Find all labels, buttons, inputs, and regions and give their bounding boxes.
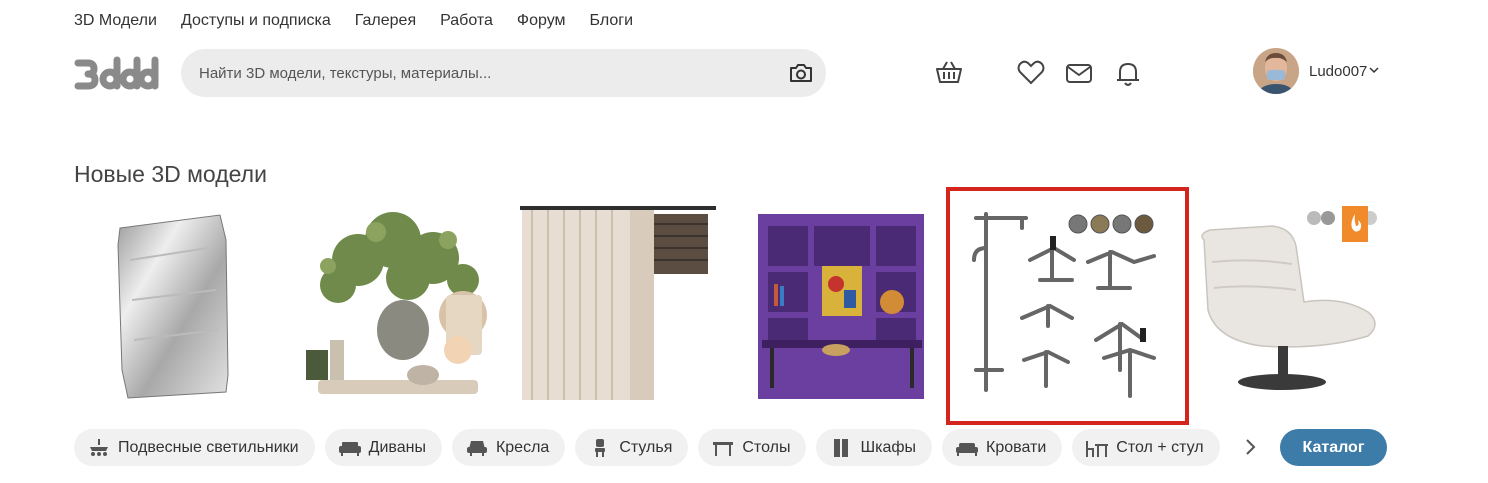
category-chip-sofas[interactable]: Диваны (324, 429, 442, 466)
sofa-icon (338, 439, 361, 457)
wardrobe-icon (830, 438, 852, 457)
category-chip-tables[interactable]: Столы (698, 429, 807, 466)
bell-icon[interactable] (1113, 58, 1143, 88)
model-thumb-foil-bag[interactable] (108, 200, 238, 415)
nav-3d-models[interactable]: 3D Модели (74, 12, 157, 30)
category-label: Стол + стул (1116, 438, 1204, 456)
category-chip-chairs[interactable]: Стулья (575, 429, 689, 466)
chevron-down-icon (1369, 64, 1379, 78)
top-nav: 3D Модели Доступы и подписка Галерея Раб… (74, 12, 657, 30)
category-label: Кресла (495, 438, 550, 456)
section-title: Новые 3D модели (74, 161, 267, 187)
user-menu[interactable]: Ludo007 (1253, 48, 1379, 94)
bed-icon (956, 439, 979, 457)
category-label: Шкафы (860, 438, 917, 456)
category-chip-wardrobes[interactable]: Шкафы (816, 429, 933, 466)
nav-work[interactable]: Работа (440, 12, 493, 30)
armchair-icon (466, 439, 488, 457)
mail-icon[interactable] (1064, 58, 1094, 88)
avatar (1253, 48, 1299, 94)
category-chip-beds[interactable]: Кровати (942, 429, 1063, 466)
category-label: Стулья (619, 438, 673, 456)
model-thumb-plant-decor[interactable] (298, 200, 493, 415)
camera-icon[interactable] (788, 61, 814, 85)
table-icon (712, 439, 734, 457)
nav-forum[interactable]: Форум (517, 12, 566, 30)
catalog-button[interactable]: Каталог (1280, 429, 1387, 466)
chair-icon (589, 438, 611, 457)
model-thumb-lounge-chair[interactable] (1192, 200, 1384, 415)
chevron-right-icon[interactable] (1240, 437, 1260, 457)
category-label: Кровати (986, 438, 1047, 456)
category-chip-table-chair[interactable]: Стол + стул (1072, 429, 1220, 466)
category-label: Подвесные светильники (118, 438, 299, 456)
chandelier-icon (88, 438, 110, 457)
table-chair-icon (1086, 439, 1109, 457)
category-chip-armchairs[interactable]: Кресла (451, 429, 566, 466)
model-thumb-bookcase[interactable] (756, 200, 928, 415)
cart-icon[interactable] (934, 58, 964, 88)
heart-icon[interactable] (1016, 58, 1046, 88)
category-label: Диваны (368, 438, 426, 456)
nav-gallery[interactable]: Галерея (355, 12, 416, 30)
username: Ludo007 (1309, 62, 1368, 80)
category-label: Столы (742, 438, 791, 456)
search-bar (181, 49, 826, 97)
category-bar: Подвесные светильники Диваны Кресла Стул… (74, 429, 1230, 466)
model-thumb-curtains[interactable] (518, 200, 718, 415)
model-thumb-bath-faucets[interactable] (954, 200, 1182, 415)
search-input[interactable] (199, 49, 779, 97)
nav-blogs[interactable]: Блоги (590, 12, 634, 30)
category-chip-pendant-lights[interactable]: Подвесные светильники (74, 429, 315, 466)
nav-access-subscription[interactable]: Доступы и подписка (181, 12, 331, 30)
logo[interactable] (72, 54, 160, 92)
